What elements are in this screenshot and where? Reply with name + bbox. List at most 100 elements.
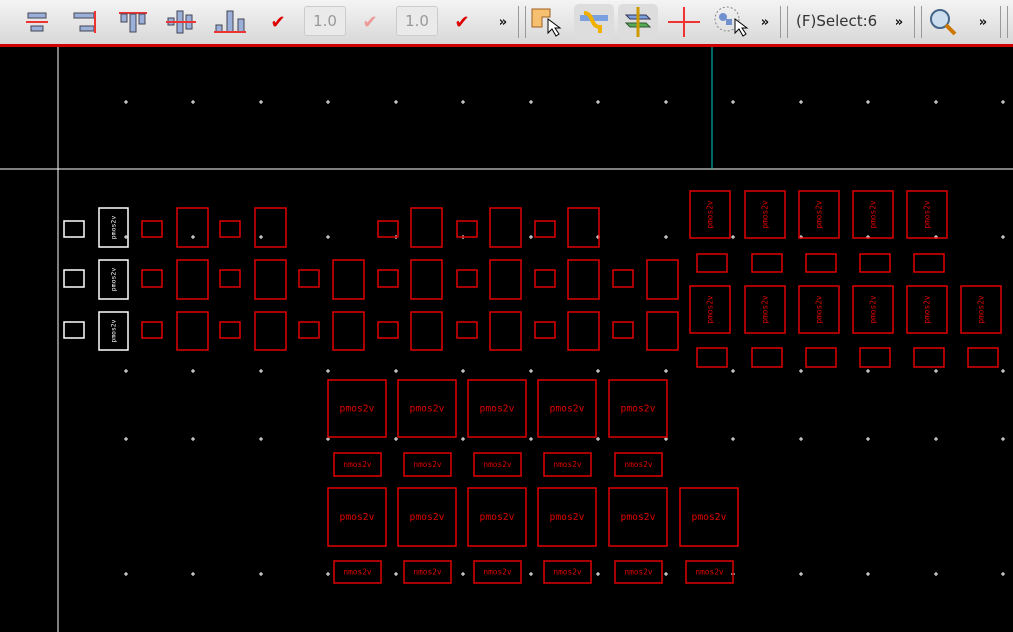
instance-pmos-label[interactable]: pmos2v [706,295,715,324]
layer-stack-icon[interactable] [618,4,658,40]
instance-small[interactable] [751,347,783,368]
instance-pmos-label[interactable]: pmos2v [706,200,715,229]
instance-pmos-label[interactable]: pmos2v [621,404,656,415]
instance-small[interactable] [534,220,556,238]
instance-small[interactable] [456,269,478,288]
instance-small[interactable] [141,220,163,238]
select-shapes-icon[interactable] [710,4,752,40]
zoom-icon[interactable] [926,4,960,40]
align-right-icon[interactable] [70,4,100,40]
instance-big[interactable] [567,311,600,351]
instance-pmos-label[interactable]: pmos2v [410,404,445,415]
instance-small[interactable] [219,220,241,238]
instance-big[interactable] [410,259,443,300]
instance-pmos-label[interactable]: pmos2v [550,512,585,523]
instance-big[interactable] [567,207,600,248]
instance-nmos-label[interactable]: nmos2v [413,568,442,577]
align-top-icon[interactable] [116,4,150,40]
route-tool-icon[interactable] [574,4,614,40]
instance-small[interactable] [534,321,556,339]
instance-nmos-label[interactable]: nmos2v [343,460,372,469]
instance-nmos-label[interactable]: nmos2v [553,460,582,469]
toolbar-grip-2[interactable] [780,6,788,38]
instance-pmos-label[interactable]: pmos2v [692,512,727,523]
toolbar-grip[interactable] [518,6,526,38]
instance-small[interactable] [219,269,241,288]
apply-spacing-x-check-icon[interactable]: ✔ [268,4,288,40]
instance-big[interactable] [489,311,522,351]
selected-instance-small[interactable] [63,269,85,288]
instance-big[interactable] [176,207,209,248]
apply-spacing-disabled-check-icon[interactable]: ✔ [360,4,380,40]
selected-instance-pmos-label[interactable]: pmos2v [110,268,118,292]
select-area-icon[interactable] [530,4,566,40]
selected-instance-pmos-label[interactable]: pmos2v [111,319,118,342]
selected-instance-pmos-label[interactable]: pmos2v [110,216,118,240]
instance-big[interactable] [410,311,443,351]
apply-spacing-y-check-icon[interactable]: ✔ [452,4,472,40]
selected-instance-small[interactable] [63,220,85,238]
instance-small[interactable] [377,220,399,238]
instance-nmos-label[interactable]: nmos2v [483,460,512,469]
overflow-chevron[interactable]: » [496,4,510,40]
align-center-vertical-icon[interactable] [22,4,52,40]
crosshair-icon[interactable] [664,4,704,40]
instance-nmos-label[interactable]: nmos2v [624,568,653,577]
instance-big[interactable] [332,259,365,300]
instance-big[interactable] [176,311,209,351]
instance-big[interactable] [489,207,522,248]
instance-small[interactable] [377,269,399,288]
instance-small[interactable] [805,347,837,368]
spacing-x-input[interactable]: 1.0 [304,6,346,36]
instance-pmos-label[interactable]: pmos2v [761,200,770,229]
selected-instance-small[interactable] [63,321,85,339]
instance-pmos-label[interactable]: pmos2v [977,295,986,324]
instance-big[interactable] [176,259,209,300]
instance-pmos-label[interactable]: pmos2v [923,295,932,324]
instance-pmos-label[interactable]: pmos2v [621,512,656,523]
instance-nmos-label[interactable]: nmos2v [695,568,724,577]
instance-small[interactable] [696,253,728,273]
instance-nmos-label[interactable]: nmos2v [483,568,512,577]
toolbar-grip-4[interactable] [1000,6,1008,38]
instance-nmos-label[interactable]: nmos2v [624,460,653,469]
instance-big[interactable] [254,259,287,300]
instance-small[interactable] [967,347,999,368]
instance-small[interactable] [805,253,837,273]
instance-pmos-label[interactable]: pmos2v [815,295,824,324]
instance-small[interactable] [456,220,478,238]
instance-pmos-label[interactable]: pmos2v [340,404,375,415]
instance-pmos-label[interactable]: pmos2v [761,295,770,324]
instance-big[interactable] [646,311,679,351]
instance-small[interactable] [534,269,556,288]
instance-small[interactable] [859,253,891,273]
instance-small[interactable] [612,321,634,339]
overflow-chevron-4[interactable]: » [976,4,990,40]
instance-pmos-label[interactable]: pmos2v [550,404,585,415]
spacing-y-input[interactable]: 1.0 [396,6,438,36]
instance-pmos-label[interactable]: pmos2v [480,512,515,523]
layout-canvas[interactable]: pmos2v pmos2v pmos2v pmos2v pmos2v pmos2v pmos… [0,47,1013,632]
instance-big[interactable] [489,259,522,300]
instance-nmos-label[interactable]: nmos2v [553,568,582,577]
instance-small[interactable] [696,347,728,368]
instance-big[interactable] [410,207,443,248]
instance-pmos-label[interactable]: pmos2v [923,200,932,229]
instance-small[interactable] [859,347,891,368]
instance-small[interactable] [913,347,945,368]
instance-small[interactable] [298,321,320,339]
instance-pmos-label[interactable]: pmos2v [869,200,878,229]
instance-big[interactable] [567,259,600,300]
instance-nmos-label[interactable]: nmos2v [413,460,442,469]
toolbar-grip-3[interactable] [914,6,922,38]
overflow-chevron-2[interactable]: » [758,4,772,40]
instance-small[interactable] [612,269,634,288]
instance-big[interactable] [646,259,679,300]
instance-big[interactable] [332,311,365,351]
instance-small[interactable] [141,321,163,339]
instance-small[interactable] [456,321,478,339]
instance-pmos-label[interactable]: pmos2v [480,404,515,415]
align-bottom-icon[interactable] [212,4,248,40]
instance-small[interactable] [751,253,783,273]
instance-small[interactable] [913,253,945,273]
